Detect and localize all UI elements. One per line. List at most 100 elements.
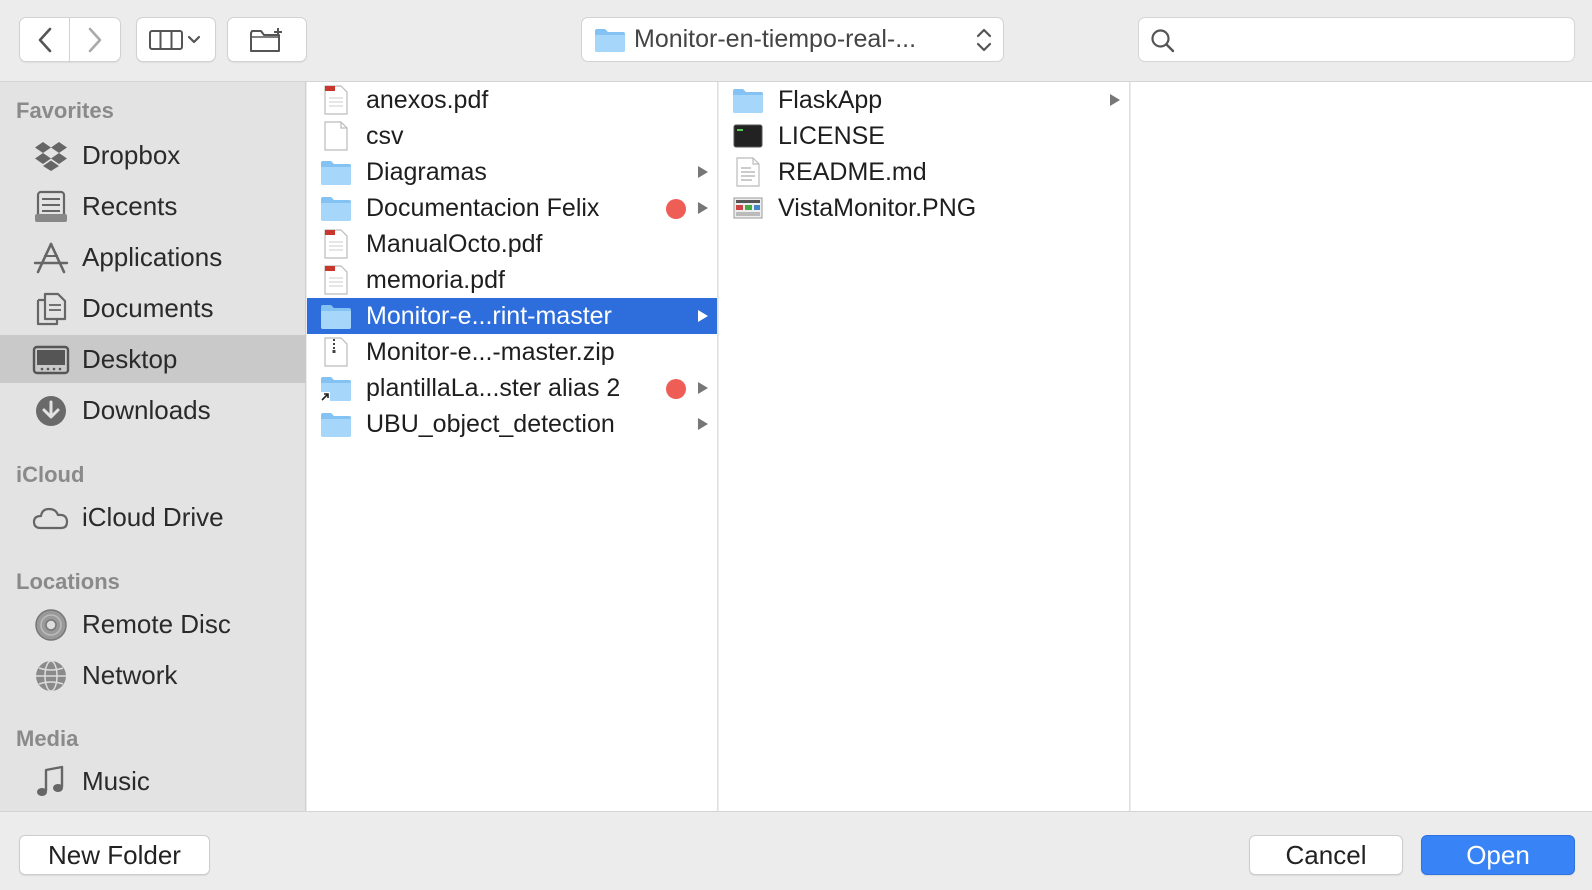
sidebar-item-desktop[interactable]: Desktop <box>0 335 306 383</box>
sidebar-section-favorites: Favorites <box>16 98 114 123</box>
bottom-bar: New Folder Cancel Open <box>0 811 1592 890</box>
folder-icon <box>733 89 763 113</box>
file-name: csv <box>366 121 404 150</box>
zip-file-icon <box>324 337 348 367</box>
view-mode-button[interactable] <box>136 17 216 62</box>
applications-icon <box>33 242 69 274</box>
sidebar-item-dropbox[interactable]: Dropbox <box>0 131 306 179</box>
file-row-manualocto-pdf[interactable]: ManualOcto.pdf <box>307 226 717 262</box>
file-name: Monitor-e...rint-master <box>366 301 612 330</box>
file-name: anexos.pdf <box>366 85 489 114</box>
red-tag-dot <box>666 379 686 399</box>
downloads-icon <box>36 396 66 426</box>
file-row-monitor-master-zip[interactable]: Monitor-e...-master.zip <box>307 334 717 370</box>
column-view-icon <box>149 29 201 50</box>
file-name: Diagramas <box>366 157 487 186</box>
file-name: UBU_object_detection <box>366 409 615 438</box>
file-row-plantilla-alias[interactable]: plantillaLa...ster alias 2 <box>307 370 717 406</box>
sidebar-section-media: Media <box>16 726 79 751</box>
file-name: README.md <box>778 157 927 186</box>
file-name: plantillaLa...ster alias 2 <box>366 373 621 402</box>
cloud-icon <box>32 507 69 530</box>
pdf-file-icon <box>324 265 348 295</box>
disclosure-arrow-icon <box>698 418 708 430</box>
sidebar: Favorites Dropbox Recents Applications D… <box>0 82 306 811</box>
toolbar: Monitor-en-tiempo-real-... <box>0 0 1592 82</box>
disclosure-arrow-icon <box>698 166 708 178</box>
folder-alias-icon <box>320 377 351 402</box>
sidebar-item-downloads[interactable]: Downloads <box>0 386 306 434</box>
up-down-chevron-icon <box>976 28 992 52</box>
new-folder-toolbar-button[interactable] <box>227 17 307 62</box>
terminal-file-icon <box>733 124 763 148</box>
search-field[interactable] <box>1138 17 1575 62</box>
sidebar-item-music[interactable]: Music <box>0 757 306 805</box>
sidebar-item-label: Dropbox <box>82 139 181 170</box>
folder-icon <box>321 161 351 185</box>
file-row-ubu-object-detection[interactable]: UBU_object_detection <box>307 406 717 442</box>
sidebar-item-remote-disc[interactable]: Remote Disc <box>0 600 306 648</box>
chevron-left-icon <box>38 27 51 52</box>
folder-icon <box>321 413 351 437</box>
sidebar-item-recents[interactable]: Recents <box>0 182 306 230</box>
sidebar-item-label: Applications <box>82 241 223 272</box>
red-tag-dot <box>666 199 686 219</box>
file-name: memoria.pdf <box>366 265 505 294</box>
file-row-diagramas[interactable]: Diagramas <box>307 154 717 190</box>
generic-file-icon <box>324 121 348 151</box>
sidebar-section-locations: Locations <box>16 569 120 594</box>
file-name: LICENSE <box>778 121 885 150</box>
dropbox-icon <box>35 142 67 171</box>
sidebar-item-applications[interactable]: Applications <box>0 233 306 281</box>
sidebar-section-icloud: iCloud <box>16 462 85 487</box>
file-column-3 <box>1131 82 1592 811</box>
sidebar-item-icloud-drive[interactable]: iCloud Drive <box>0 493 306 541</box>
open-button[interactable]: Open <box>1421 835 1575 875</box>
forward-button[interactable] <box>69 17 121 62</box>
new-folder-button[interactable]: New Folder <box>19 835 210 875</box>
file-row-monitor-master-folder[interactable]: Monitor-e...rint-master <box>307 298 717 334</box>
path-popup[interactable]: Monitor-en-tiempo-real-... <box>581 17 1004 62</box>
search-input[interactable] <box>1185 24 1565 56</box>
network-icon <box>36 660 66 692</box>
file-row-flaskapp[interactable]: FlaskApp <box>719 82 1129 118</box>
file-column-2: FlaskApp LICENSE README.md VistaMonitor.… <box>719 82 1130 811</box>
text-file-icon <box>736 157 760 187</box>
chevron-right-icon <box>88 27 102 52</box>
new-folder-icon <box>250 27 282 52</box>
disclosure-arrow-icon <box>698 202 708 214</box>
disc-icon <box>35 609 67 641</box>
file-row-memoria-pdf[interactable]: memoria.pdf <box>307 262 717 298</box>
disclosure-arrow-icon <box>1110 94 1120 106</box>
folder-icon <box>321 305 351 329</box>
sidebar-item-label: Downloads <box>82 394 211 425</box>
file-row-license[interactable]: LICENSE <box>719 118 1129 154</box>
file-column-1: anexos.pdf csv Diagramas Documentacion F… <box>307 82 718 811</box>
documents-icon <box>36 292 67 326</box>
sidebar-item-label: Documents <box>82 292 214 323</box>
pdf-file-icon <box>324 85 348 115</box>
file-row-vistamonitor-png[interactable]: VistaMonitor.PNG <box>719 190 1129 226</box>
image-file-icon <box>733 197 763 219</box>
sidebar-item-label: Remote Disc <box>82 608 231 639</box>
disclosure-arrow-icon <box>698 382 708 394</box>
folder-icon <box>595 28 625 52</box>
file-row-anexos-pdf[interactable]: anexos.pdf <box>307 82 717 118</box>
file-name: FlaskApp <box>778 85 883 114</box>
file-row-documentacion-felix[interactable]: Documentacion Felix <box>307 190 717 226</box>
sidebar-item-network[interactable]: Network <box>0 651 306 699</box>
file-name: Documentacion Felix <box>366 193 600 222</box>
file-row-readme[interactable]: README.md <box>719 154 1129 190</box>
search-icon <box>1151 29 1175 53</box>
file-row-csv[interactable]: csv <box>307 118 717 154</box>
disclosure-arrow-icon <box>698 310 708 322</box>
file-name: Monitor-e...-master.zip <box>366 337 615 366</box>
sidebar-item-label: Desktop <box>82 343 178 374</box>
cancel-button[interactable]: Cancel <box>1249 835 1403 875</box>
desktop-icon <box>32 345 70 375</box>
sidebar-item-label: Recents <box>82 190 178 221</box>
sidebar-item-label: Network <box>82 659 178 690</box>
back-button[interactable] <box>19 17 70 62</box>
file-name: ManualOcto.pdf <box>366 229 543 258</box>
sidebar-item-documents[interactable]: Documents <box>0 284 306 332</box>
